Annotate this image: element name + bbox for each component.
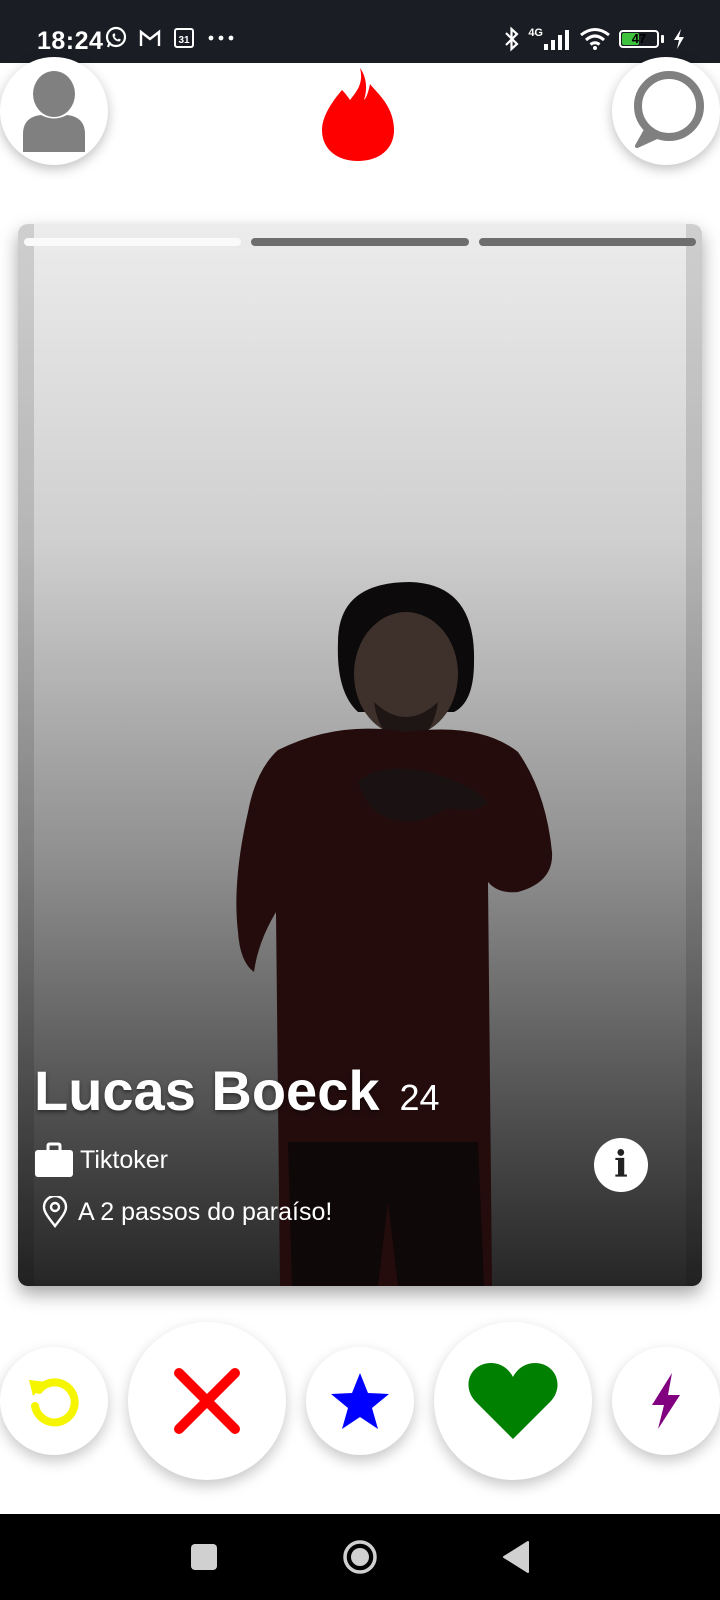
wifi-icon xyxy=(580,28,610,50)
person-icon xyxy=(23,71,85,152)
network-type: 4G xyxy=(528,27,543,39)
chat-button[interactable] xyxy=(612,57,720,165)
location-row: A 2 passos do paraíso! xyxy=(42,1196,332,1228)
notification-icons: 31 xyxy=(104,26,236,50)
status-bar: 18:24 31 4G 47 xyxy=(0,0,720,63)
profile-age: 24 xyxy=(399,1077,440,1118)
nope-button[interactable] xyxy=(128,1322,286,1480)
location-text: A 2 passos do paraíso! xyxy=(78,1197,333,1226)
job-row: Tiktoker xyxy=(34,1142,168,1178)
info-icon: i xyxy=(614,1144,628,1186)
home-button[interactable] xyxy=(342,1539,378,1575)
star-icon xyxy=(331,1373,389,1429)
status-time: 18:24 xyxy=(37,27,104,55)
profile-card[interactable]: Lucas Boeck 24 Tiktoker A 2 passos do pa… xyxy=(18,224,702,1286)
battery-percent: 47 xyxy=(631,31,647,46)
charging-icon xyxy=(674,29,684,49)
more-notifications-icon xyxy=(208,35,234,41)
bluetooth-icon xyxy=(505,26,519,52)
calendar-icon: 31 xyxy=(174,28,194,48)
profile-name: Lucas Boeck xyxy=(34,1059,380,1122)
recent-apps-button[interactable] xyxy=(191,1544,217,1570)
rewind-icon xyxy=(29,1378,79,1427)
name-age-row: Lucas Boeck 24 xyxy=(34,1058,440,1123)
lightning-icon xyxy=(652,1373,680,1429)
gmail-icon xyxy=(139,29,161,46)
back-button[interactable] xyxy=(502,1540,530,1574)
profile-button[interactable] xyxy=(0,57,108,165)
signal-icon xyxy=(544,30,569,50)
rewind-button[interactable] xyxy=(0,1347,108,1455)
flame-icon[interactable] xyxy=(320,66,396,162)
photo-indicator-3[interactable] xyxy=(478,238,696,246)
card-side-shade xyxy=(686,224,702,1286)
boost-button[interactable] xyxy=(612,1347,720,1455)
photo-progress xyxy=(24,238,696,246)
svg-text:31: 31 xyxy=(178,35,190,46)
chat-bubble-icon xyxy=(634,71,704,148)
briefcase-icon xyxy=(35,1142,73,1177)
info-button[interactable]: i xyxy=(594,1138,648,1192)
photo-indicator-2[interactable] xyxy=(251,238,469,246)
battery-icon: 47 xyxy=(619,30,659,48)
photo-indicator-1[interactable] xyxy=(24,238,242,246)
like-button[interactable] xyxy=(434,1322,592,1480)
super-like-button[interactable] xyxy=(306,1347,414,1455)
location-pin-icon xyxy=(42,1196,68,1228)
whatsapp-icon xyxy=(105,26,127,48)
job-title: Tiktoker xyxy=(80,1145,168,1174)
battery-cap xyxy=(661,35,664,43)
heart-icon xyxy=(468,1363,558,1439)
card-side-shade xyxy=(18,224,34,1286)
system-icons: 4G 47 xyxy=(504,26,686,52)
x-icon xyxy=(174,1368,240,1434)
profile-photo xyxy=(236,582,553,1286)
